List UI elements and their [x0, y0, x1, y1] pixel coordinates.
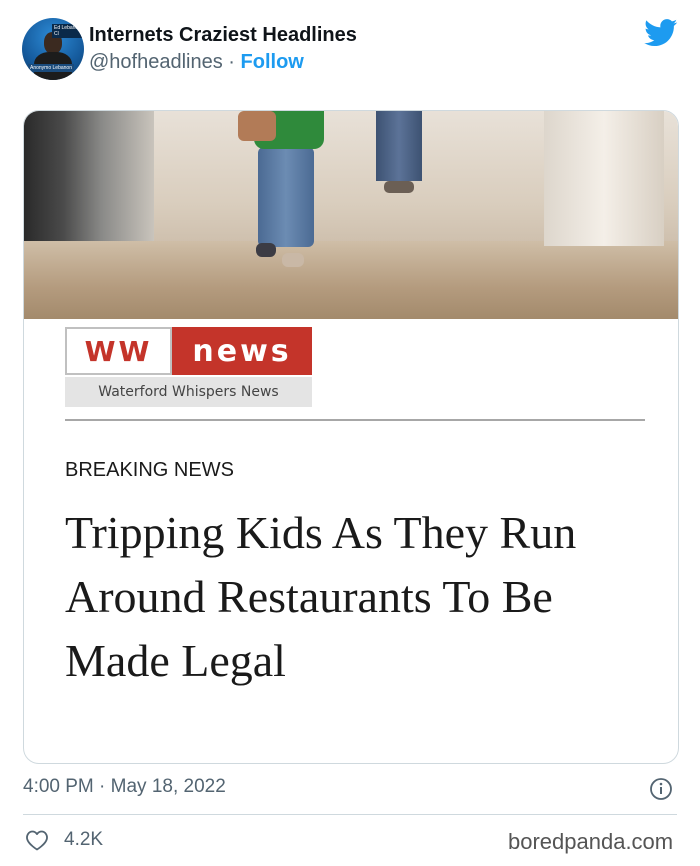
photo-kid-jeans — [258, 147, 314, 247]
photo-pillar — [544, 111, 664, 246]
like-count: 4.2K — [64, 829, 104, 850]
handle[interactable]: @hofheadlines — [89, 51, 223, 73]
avatar[interactable]: Ed Lebanon Cl Anonymo Lebanon — [22, 18, 84, 80]
photo-adult-shoes — [384, 181, 414, 193]
photo-kid-shoe-left — [256, 243, 276, 257]
twitter-bird-icon[interactable] — [644, 19, 678, 47]
ww-logo-left: WW — [65, 327, 172, 375]
follow-button[interactable]: Follow — [241, 51, 304, 73]
photo-kid-shoe-right — [282, 253, 304, 267]
ww-logo-right: news — [172, 327, 312, 375]
avatar-badge-bottom: Anonymo Lebanon — [28, 64, 74, 72]
photo-floor — [24, 241, 678, 319]
article-photo — [24, 111, 678, 319]
watermark: boredpanda.com — [508, 829, 674, 854]
heart-icon[interactable] — [25, 829, 49, 851]
section-label: BREAKING NEWS — [65, 459, 234, 481]
tweet-header: Ed Lebanon Cl Anonymo Lebanon Internets … — [0, 0, 700, 100]
info-icon[interactable] — [649, 777, 673, 801]
article-card[interactable]: WW news Waterford Whispers News BREAKING… — [23, 110, 679, 764]
tweet-timestamp[interactable]: 4:00 PM · May 18, 2022 — [23, 776, 226, 798]
photo-adult-legs — [376, 111, 422, 181]
divider-rule — [65, 419, 645, 421]
article-headline: Tripping Kids As They Run Around Restaur… — [65, 507, 577, 686]
display-name[interactable]: Internets Craziest Headlines — [89, 24, 357, 47]
handle-line: @hofheadlines · Follow — [89, 51, 304, 74]
photo-kid-gift — [238, 111, 276, 141]
handle-separator: · — [228, 51, 235, 73]
avatar-badge-top: Ed Lebanon Cl — [52, 24, 84, 38]
ww-logo-subtitle: Waterford Whispers News — [65, 377, 312, 407]
footer-divider — [23, 814, 677, 815]
